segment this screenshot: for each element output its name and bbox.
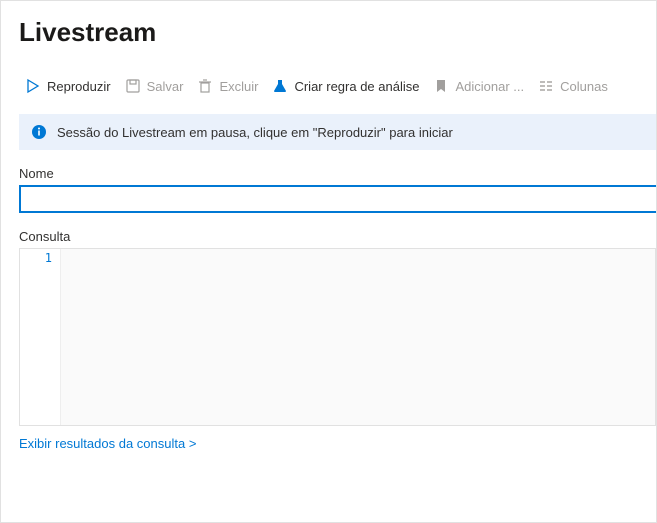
info-message: Sessão do Livestream em pausa, clique em… [57,125,453,140]
code-area[interactable] [60,249,655,425]
columns-label: Colunas [560,79,608,94]
play-button[interactable]: Reproduzir [19,74,117,98]
name-label: Nome [19,166,638,181]
info-icon [31,124,47,140]
add-bookmark-label: Adicionar ... [455,79,524,94]
query-section: Consulta 1 [19,229,638,426]
footer-links: Exibir resultados da consulta > [19,436,638,451]
view-results-link[interactable]: Exibir resultados da consulta > [19,436,196,451]
columns-button[interactable]: Colunas [532,74,614,98]
save-icon [125,78,141,94]
query-label: Consulta [19,229,638,244]
line-gutter: 1 [20,249,60,425]
info-bar: Sessão do Livestream em pausa, clique em… [19,114,656,150]
name-input[interactable] [19,185,656,213]
page-title: Livestream [19,17,638,48]
create-rule-button[interactable]: Criar regra de análise [266,74,425,98]
query-editor[interactable]: 1 [19,248,656,426]
trash-icon [197,78,213,94]
delete-button[interactable]: Excluir [191,74,264,98]
save-label: Salvar [147,79,184,94]
toolbar: Reproduzir Salvar Excluir Criar regra de… [19,74,638,98]
bookmark-icon [433,78,449,94]
create-rule-label: Criar regra de análise [294,79,419,94]
play-label: Reproduzir [47,79,111,94]
delete-label: Excluir [219,79,258,94]
add-bookmark-button[interactable]: Adicionar ... [427,74,530,98]
flask-icon [272,78,288,94]
save-button[interactable]: Salvar [119,74,190,98]
name-section: Nome [19,166,638,213]
line-number: 1 [20,251,52,265]
play-icon [25,78,41,94]
columns-icon [538,78,554,94]
